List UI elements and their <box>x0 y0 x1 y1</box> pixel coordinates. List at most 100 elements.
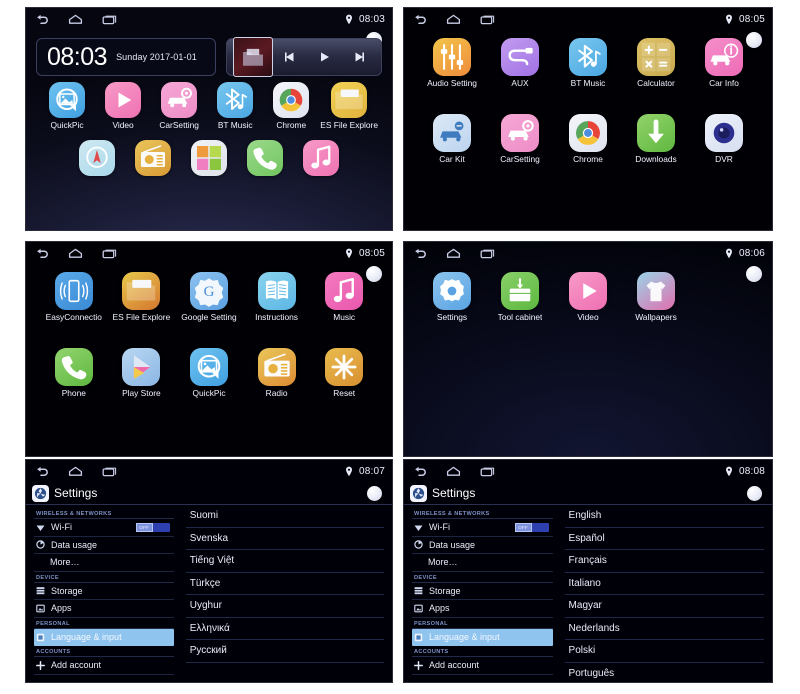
back-icon[interactable] <box>35 466 49 477</box>
language-list-item[interactable]: Suomi <box>185 505 384 528</box>
app-icon-aux-cable-icon[interactable] <box>501 38 539 76</box>
home-icon[interactable] <box>68 14 83 25</box>
app-icon-google-settings-icon[interactable]: G <box>189 272 228 310</box>
sidebar-item-wi-fi[interactable]: Wi-Fi OFF <box>34 519 174 537</box>
app-icon-video-icon[interactable] <box>105 82 142 118</box>
app-carsetting[interactable]: CarSetting <box>152 82 206 130</box>
language-list-item[interactable]: Svenska <box>185 528 384 550</box>
app-wallpapers[interactable]: Wallpapers <box>622 272 690 322</box>
dock-icon-compass-icon[interactable] <box>79 140 115 176</box>
sidebar-item-add-account[interactable]: Add account <box>34 657 174 675</box>
app-icon-quickpic-icon[interactable] <box>49 82 86 118</box>
sidebar-item-language-input[interactable]: Language & input <box>412 628 553 646</box>
sidebar-item-add-account[interactable]: Add account <box>412 657 553 675</box>
app-car-kit[interactable]: Car Kit <box>418 113 486 164</box>
wifi-toggle[interactable]: OFF <box>514 522 549 532</box>
app-icon-chrome-icon[interactable] <box>273 82 310 118</box>
recents-icon[interactable] <box>102 248 118 259</box>
language-list-item[interactable]: Español <box>564 528 764 550</box>
app-icon-gear-icon[interactable] <box>433 272 471 310</box>
dock-icon-radio-icon[interactable] <box>135 140 171 176</box>
sidebar-item-storage[interactable]: Storage <box>34 583 174 600</box>
app-downloads[interactable]: Downloads <box>622 113 690 164</box>
app-aux[interactable]: AUX <box>486 38 554 88</box>
language-list-item[interactable]: Italiano <box>564 573 764 595</box>
app-icon-tool-cabinet-icon[interactable] <box>501 272 539 310</box>
recents-icon[interactable] <box>480 466 496 477</box>
app-icon-calculator-icon[interactable] <box>637 38 675 76</box>
language-list-item[interactable]: Uyghur <box>185 595 384 618</box>
clock-widget[interactable]: 08:03 Sunday 2017-01-01 <box>36 38 216 76</box>
app-icon-bluetooth-music-icon[interactable] <box>569 38 607 76</box>
language-list-item[interactable]: Ελληνικά <box>185 618 384 640</box>
app-music[interactable]: Music <box>310 272 378 322</box>
sidebar-item-more-[interactable]: More… <box>412 554 553 572</box>
app-phone[interactable]: Phone <box>40 347 108 398</box>
language-list-item[interactable]: Tiếng Việt <box>185 550 384 573</box>
back-icon[interactable] <box>413 248 427 259</box>
app-icon-music-note-icon[interactable] <box>325 272 364 310</box>
app-es-file-explore[interactable]: ES File Explore <box>108 272 176 322</box>
app-chrome[interactable]: Chrome <box>264 82 318 130</box>
play-icon[interactable] <box>318 51 331 63</box>
recents-icon[interactable] <box>102 466 118 477</box>
app-easyconnectio[interactable]: EasyConnectio <box>40 272 108 322</box>
app-icon-wallpapers-icon[interactable] <box>637 272 675 310</box>
app-icon-phone-icon[interactable] <box>54 347 93 386</box>
home-icon[interactable] <box>446 466 461 477</box>
app-bt-music[interactable]: BT Music <box>208 82 262 130</box>
sidebar-item-wi-fi[interactable]: Wi-Fi OFF <box>412 519 553 537</box>
app-icon-folder-icon[interactable] <box>331 82 368 118</box>
language-list-item[interactable]: Nederlands <box>564 618 764 640</box>
sidebar-item-data-usage[interactable]: Data usage <box>34 537 174 554</box>
app-icon-dvr-camera-icon[interactable] <box>705 113 743 152</box>
app-icon-play-store-icon[interactable] <box>122 347 161 386</box>
wifi-toggle[interactable]: OFF <box>135 522 170 532</box>
dock-icon-music-note-icon[interactable] <box>303 140 339 176</box>
sidebar-item-apps[interactable]: Apps <box>34 600 174 618</box>
recents-icon[interactable] <box>480 248 496 259</box>
language-list-item[interactable]: Türkçe <box>185 573 384 595</box>
app-icon-bluetooth-music-icon[interactable] <box>217 82 254 118</box>
recents-icon[interactable] <box>102 14 118 25</box>
previous-track-icon[interactable] <box>283 51 296 63</box>
sidebar-item-data-usage[interactable]: Data usage <box>412 537 553 554</box>
app-reset[interactable]: Reset <box>310 347 378 398</box>
app-play-store[interactable]: Play Store <box>108 347 176 398</box>
sidebar-item-storage[interactable]: Storage <box>412 583 553 600</box>
app-icon-chrome-icon[interactable] <box>569 113 607 152</box>
app-bt-music[interactable]: BT Music <box>554 38 622 88</box>
app-tool-cabinet[interactable]: Tool cabinet <box>486 272 554 322</box>
home-icon[interactable] <box>68 248 83 259</box>
app-icon-easyconnection-icon[interactable] <box>54 272 93 310</box>
app-video[interactable]: Video <box>554 272 622 322</box>
home-icon[interactable] <box>446 248 461 259</box>
language-list-item[interactable]: Русский <box>185 640 384 663</box>
app-google-setting[interactable]: G Google Setting <box>175 272 243 322</box>
app-icon-reset-icon[interactable] <box>325 347 364 386</box>
app-radio[interactable]: Radio <box>243 347 311 398</box>
app-audio-setting[interactable]: Audio Setting <box>418 38 486 88</box>
app-icon-radio-icon[interactable] <box>257 347 296 386</box>
recents-icon[interactable] <box>480 14 496 25</box>
app-icon-car-info-icon[interactable] <box>705 38 743 76</box>
app-video[interactable]: Video <box>96 82 150 130</box>
language-list-item[interactable]: Polski <box>564 640 764 663</box>
sidebar-item-more-[interactable]: More… <box>34 554 174 572</box>
app-icon-carsetting-icon[interactable] <box>161 82 198 118</box>
app-chrome[interactable]: Chrome <box>554 113 622 164</box>
app-icon-video-icon[interactable] <box>569 272 607 310</box>
app-settings[interactable]: Settings <box>418 272 486 322</box>
app-icon-folder-icon[interactable] <box>122 272 161 310</box>
app-icon-quickpic-icon[interactable] <box>189 347 228 386</box>
app-quickpic[interactable]: QuickPic <box>40 82 94 130</box>
app-icon-book-icon[interactable] <box>257 272 296 310</box>
sidebar-item-apps[interactable]: Apps <box>412 600 553 618</box>
album-art[interactable] <box>233 37 273 77</box>
app-icon-carsetting-icon[interactable] <box>501 113 539 152</box>
app-icon-car-kit-icon[interactable] <box>433 113 471 152</box>
app-quickpic[interactable]: QuickPic <box>175 347 243 398</box>
back-icon[interactable] <box>413 466 427 477</box>
back-icon[interactable] <box>35 248 49 259</box>
app-es-file-explore[interactable]: ES File Explore <box>320 82 378 130</box>
